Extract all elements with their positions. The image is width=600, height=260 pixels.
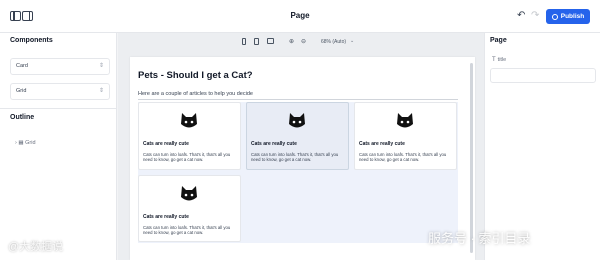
outline-item-label: Grid <box>25 140 36 146</box>
outline-title: Outline <box>10 114 35 121</box>
card[interactable]: Cats are really cute Cats can turn into … <box>138 102 241 170</box>
globe-icon <box>551 13 558 20</box>
components-title: Components <box>10 37 53 44</box>
card-title: Cats are really cute <box>143 141 189 147</box>
top-bar: Page ↶ ↷ Publish <box>0 0 600 33</box>
tablet-view-icon[interactable] <box>254 38 259 45</box>
mobile-view-icon[interactable] <box>242 38 246 45</box>
publish-button[interactable]: Publish <box>546 9 590 24</box>
page-title: Page <box>290 11 310 20</box>
desktop-view-icon[interactable] <box>267 38 274 44</box>
card-selected[interactable]: Cats are really cute Cats can turn into … <box>246 102 349 170</box>
page-heading[interactable]: Pets - Should I get a Cat? <box>138 70 253 81</box>
component-grid[interactable]: Grid ⇕ <box>10 83 110 100</box>
title-field-label-text: title <box>497 57 507 63</box>
canvas-area: ⊕ ⊖ 68% (Auto) ⌄ Pets - Should I get a C… <box>118 33 484 260</box>
drag-handle-icon[interactable]: ⇕ <box>99 84 104 99</box>
cat-icon <box>397 113 413 128</box>
redo-icon[interactable]: ↷ <box>531 10 539 21</box>
cat-icon <box>181 113 197 128</box>
component-card-label: Card <box>16 63 28 69</box>
page-scrollbar[interactable] <box>470 63 473 253</box>
page-preview[interactable]: Pets - Should I get a Cat? Here are a co… <box>130 57 475 260</box>
card-description: Cats can turn into loafs. That's it, tha… <box>359 152 447 163</box>
properties-title: Page <box>490 37 507 44</box>
watermark-left: @大数据说 <box>8 241 64 253</box>
panel-divider <box>0 108 117 109</box>
outline-item-grid[interactable]: › ▦ Grid <box>15 140 36 146</box>
chevron-down-icon[interactable]: ⌄ <box>350 38 354 44</box>
title-field-label: Ttitle <box>492 57 506 63</box>
publish-label: Publish <box>560 13 585 20</box>
card-description: Cats can turn into loafs. That's it, tha… <box>143 152 231 163</box>
card-title: Cats are really cute <box>251 141 297 147</box>
chevron-right-icon[interactable]: › <box>15 140 17 146</box>
component-card[interactable]: Card ⇕ <box>10 58 110 75</box>
card-description: Cats can turn into loafs. That's it, tha… <box>251 152 339 163</box>
watermark-right: 服务号 · 索引目录 <box>428 231 531 246</box>
right-panel: Page Ttitle <box>484 33 600 260</box>
cat-icon <box>289 113 305 128</box>
zoom-out-icon[interactable]: ⊖ <box>301 38 306 45</box>
zoom-in-icon[interactable]: ⊕ <box>289 38 294 45</box>
undo-icon[interactable]: ↶ <box>517 10 525 21</box>
card-grid[interactable]: Cats are really cute Cats can turn into … <box>138 102 458 243</box>
left-panel: Components Card ⇕ Grid ⇕ Outline › ▦ Gri… <box>0 33 117 260</box>
component-grid-label: Grid <box>16 88 27 94</box>
card-description: Cats can turn into loafs. That's it, tha… <box>143 225 231 236</box>
title-input[interactable] <box>490 68 596 83</box>
card-title: Cats are really cute <box>359 141 405 147</box>
grid-icon: ▦ <box>18 140 24 146</box>
card-title: Cats are really cute <box>143 214 189 220</box>
zoom-select[interactable]: 68% (Auto) <box>321 39 346 45</box>
subtitle-divider <box>138 99 458 100</box>
canvas-toolbar: ⊕ ⊖ 68% (Auto) ⌄ <box>118 33 484 50</box>
card[interactable]: Cats are really cute Cats can turn into … <box>138 175 241 242</box>
page-subtitle[interactable]: Here are a couple of articles to help yo… <box>138 91 253 97</box>
cat-icon <box>181 186 197 201</box>
drag-handle-icon[interactable]: ⇕ <box>99 59 104 74</box>
card[interactable]: Cats are really cute Cats can turn into … <box>354 102 457 170</box>
text-field-icon: T <box>492 57 496 63</box>
